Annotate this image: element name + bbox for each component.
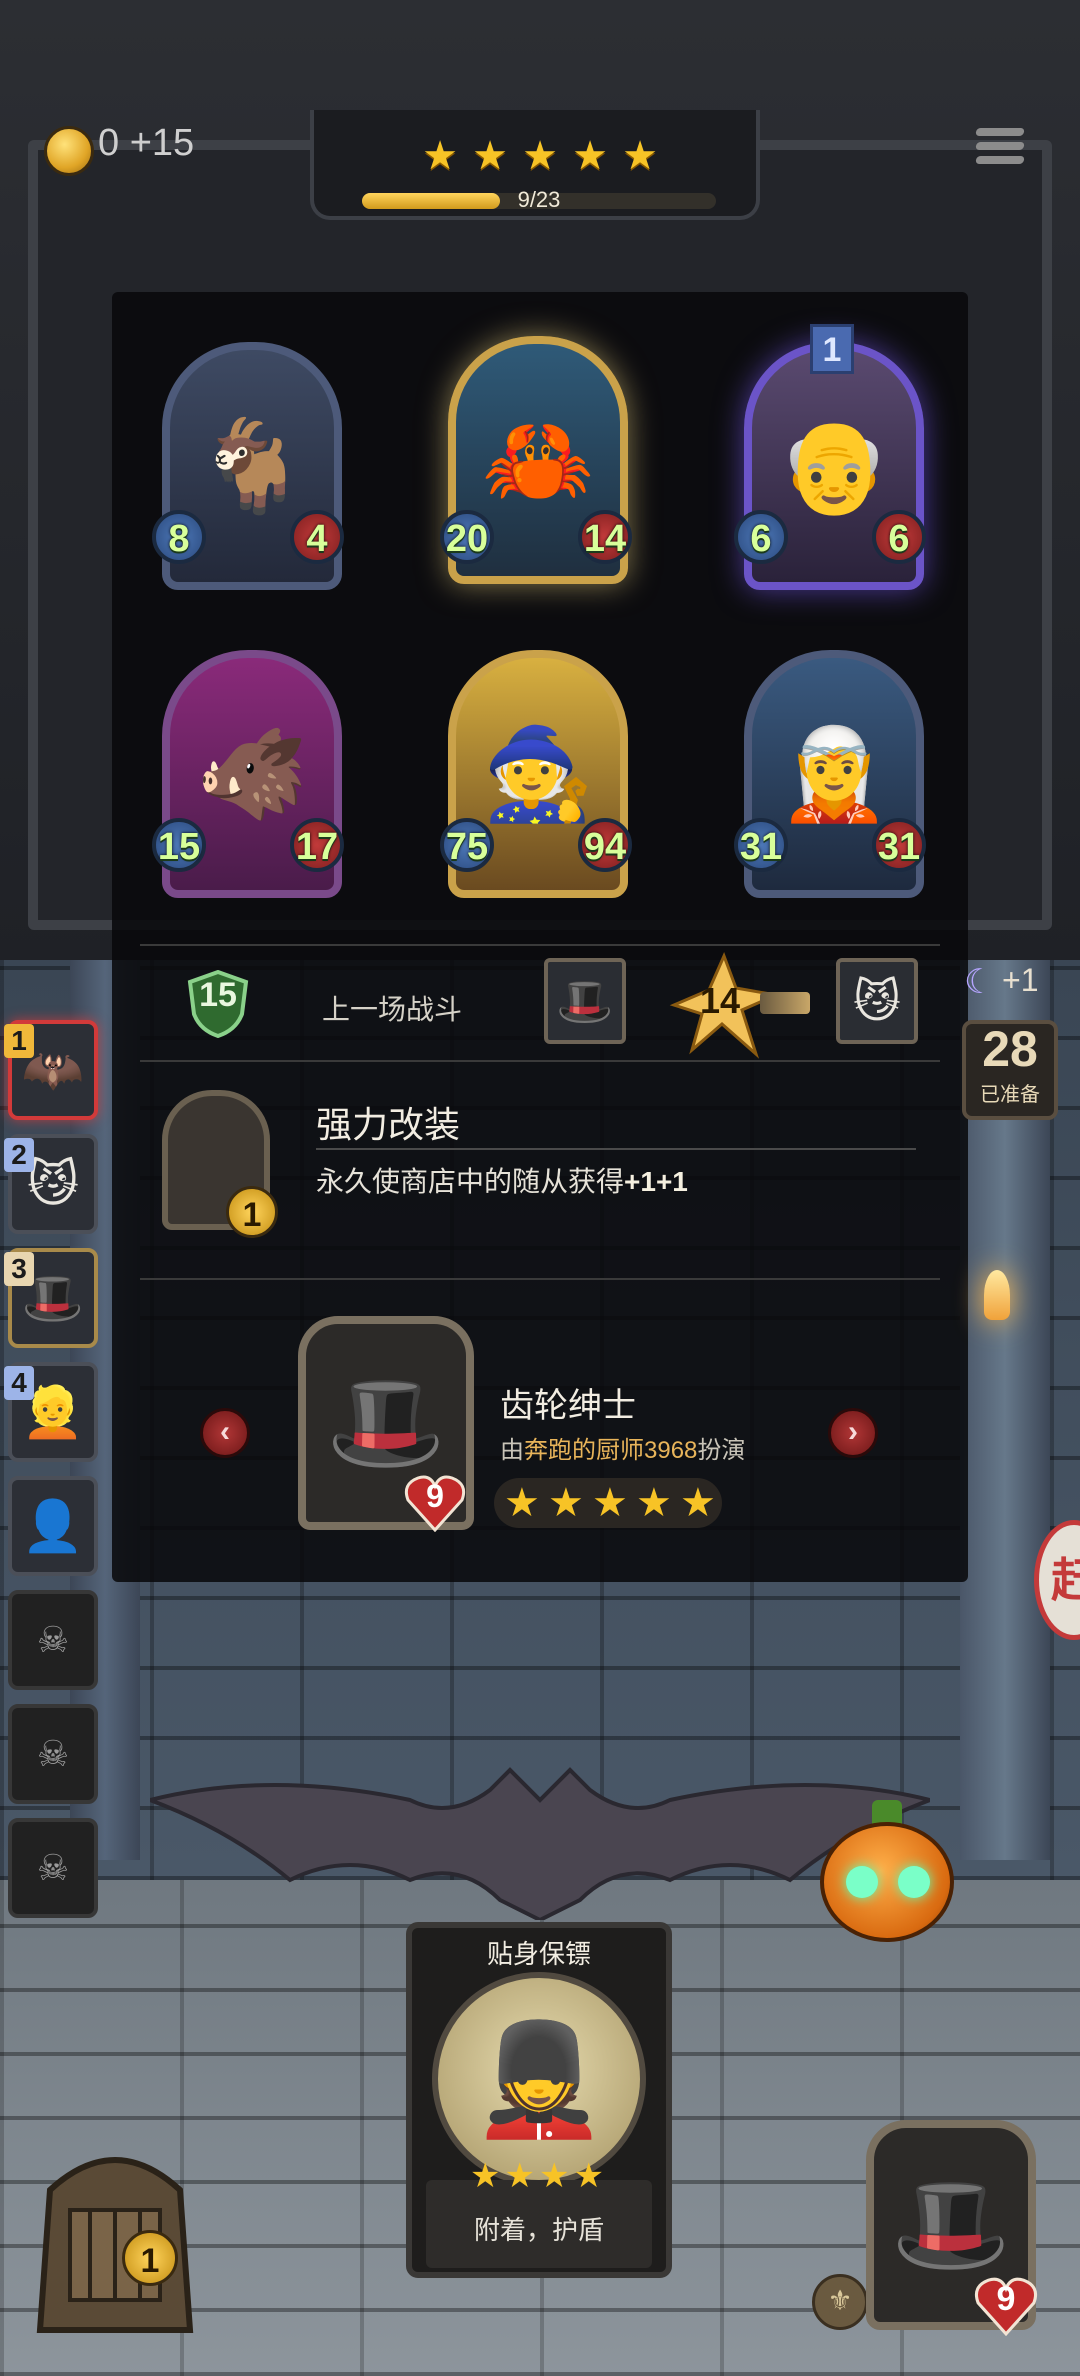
- minion-health: 4: [290, 510, 344, 564]
- gold-value: 0: [98, 122, 120, 164]
- ready-count: 28: [982, 1021, 1038, 1077]
- opponent-slot-7[interactable]: ☠: [8, 1704, 98, 1804]
- minion-health: 31: [872, 818, 926, 872]
- hero-star-rating: ★ ★ ★ ★ ★: [494, 1478, 722, 1528]
- star-icon: ★: [592, 1481, 628, 1525]
- tier-star-icon: ★: [422, 134, 458, 178]
- candle-icon: [984, 1270, 1010, 1320]
- bodyguard-icon: 💂: [432, 1972, 646, 2186]
- rank-badge: 1: [4, 1024, 34, 1058]
- star-icon: ★: [680, 1481, 716, 1525]
- cat-demon-icon: 😼: [26, 1156, 80, 1212]
- last-battle-label: 上一场战斗: [322, 994, 463, 1025]
- minion-attack: 31: [734, 818, 788, 872]
- skull-icon: ☠: [36, 1733, 70, 1774]
- minion-health: 94: [578, 818, 632, 872]
- hero-played-by: 由奔跑的厨师3968扮演: [500, 1437, 746, 1464]
- rank-badge: 2: [4, 1138, 34, 1172]
- next-button[interactable]: ›: [828, 1408, 878, 1458]
- featured-card-stars: ★★★★: [470, 2157, 608, 2195]
- minion-health: 17: [290, 818, 344, 872]
- divider: [140, 1278, 940, 1280]
- gold-coin-icon: [44, 126, 94, 176]
- hooded-icon: 👤: [21, 1497, 85, 1554]
- bonus-text: +1: [1002, 962, 1039, 998]
- upgrade-description: 永久使商店中的随从获得+1+1: [316, 1166, 688, 1197]
- pumpkin-pet-icon[interactable]: [820, 1822, 954, 1942]
- tier-badge: 1: [810, 324, 854, 374]
- minion-health: 14: [578, 510, 632, 564]
- upgrade-count-badge: 1: [226, 1186, 278, 1238]
- progress-text: 9/23: [517, 187, 561, 212]
- divider: [140, 1060, 940, 1062]
- minion-attack: 8: [152, 510, 206, 564]
- star-icon: ★: [636, 1481, 672, 1525]
- featured-card-title: 贴身保镖: [486, 1939, 591, 1969]
- bat-emblem-icon: [150, 1767, 930, 1920]
- opponent-slot-5[interactable]: 👤: [8, 1476, 98, 1576]
- skull-icon: ☠: [36, 1847, 70, 1888]
- tier-star-icon: ★: [572, 134, 608, 178]
- minion-attack: 6: [734, 510, 788, 564]
- divider: [140, 944, 940, 946]
- hero-health: 9: [426, 1478, 444, 1514]
- shield-value: 15: [199, 976, 237, 1014]
- tier-star-icon: ★: [622, 134, 658, 178]
- opponent-portrait: 😼: [836, 958, 918, 1044]
- featured-card-description: 附着，护盾: [473, 2215, 604, 2245]
- star-icon: ★: [548, 1481, 584, 1525]
- gold-counter: 0 +15: [98, 122, 194, 165]
- prev-button[interactable]: ‹: [200, 1408, 250, 1458]
- minion-attack: 15: [152, 818, 206, 872]
- chest-count-badge: 1: [122, 2230, 178, 2286]
- minion-health: 6: [872, 510, 926, 564]
- skull-icon: ☠: [36, 1619, 70, 1660]
- sword-icon: [760, 992, 810, 1014]
- refresh-chest-icon[interactable]: [10, 2130, 220, 2340]
- moon-icon: ☾: [964, 963, 995, 1001]
- tier-star-icon: ★: [522, 134, 558, 178]
- star-icon: ★: [504, 1481, 540, 1525]
- shell-icon[interactable]: ⚜: [812, 2274, 868, 2330]
- ready-label: 已准备: [980, 1084, 1040, 1106]
- rank-badge: 4: [4, 1366, 34, 1400]
- hero-name: 齿轮绅士: [500, 1387, 636, 1425]
- tier-star-icon: ★: [472, 134, 508, 178]
- divider: [316, 1148, 916, 1150]
- minion-attack: 20: [440, 510, 494, 564]
- own-hero-portrait: 🎩: [544, 958, 626, 1044]
- opponent-slot-6[interactable]: ☠: [8, 1590, 98, 1690]
- rank-badge: 3: [4, 1252, 34, 1286]
- menu-icon[interactable]: [975, 128, 1025, 174]
- opponent-slot-8[interactable]: ☠: [8, 1818, 98, 1918]
- gold-income: +15: [129, 122, 195, 164]
- minion-attack: 75: [440, 818, 494, 872]
- upgrade-title: 强力改装: [316, 1104, 461, 1145]
- player-health: 9: [996, 2280, 1016, 2318]
